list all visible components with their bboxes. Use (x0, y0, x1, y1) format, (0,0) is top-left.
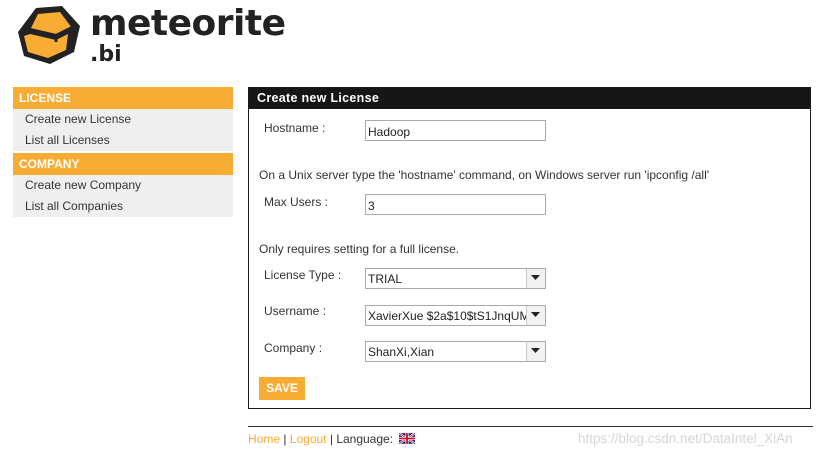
sidebar-item-list-companies[interactable]: List all Companies (13, 196, 233, 217)
panel-title: Create new License (249, 88, 810, 109)
hostname-hint: On a Unix server type the 'hostname' com… (259, 168, 710, 182)
sidebar-item-list-licenses[interactable]: List all Licenses (13, 130, 233, 151)
company-label: Company : (264, 341, 323, 355)
save-button[interactable]: SAVE (259, 377, 305, 400)
company-dropdown-button[interactable] (526, 342, 545, 361)
footer-separator: | (280, 432, 290, 446)
watermark-text: https://blog.csdn.net/DataIntel_XiAn (578, 431, 793, 446)
meteorite-logo-icon (18, 6, 80, 64)
sidebar: LICENSE Create new License List all Lice… (13, 87, 233, 217)
logo-wordmark: meteorite (90, 3, 286, 44)
sidebar-section-company: COMPANY (13, 153, 233, 175)
username-select[interactable]: XavierXue $2a$10$tS1JnqUM (365, 305, 546, 326)
username-value: XavierXue $2a$10$tS1JnqUM (368, 309, 526, 323)
license-type-select[interactable]: TRIAL (365, 268, 546, 289)
meteorite-logo: meteorite .bi (16, 4, 286, 68)
chevron-down-icon (531, 348, 540, 353)
username-dropdown-button[interactable] (526, 306, 545, 325)
create-license-panel: Create new License Hostname : On a Unix … (248, 87, 811, 409)
company-select[interactable]: ShanXi,Xian (365, 341, 546, 362)
footer: Home | Logout | Language: (248, 432, 416, 446)
chevron-down-icon (531, 312, 540, 317)
footer-separator: | (326, 432, 337, 446)
sidebar-item-create-license[interactable]: Create new License (13, 109, 233, 130)
max-users-label: Max Users : (264, 195, 329, 209)
home-link[interactable]: Home (248, 432, 280, 446)
language-label: Language: (336, 432, 394, 446)
license-type-label: License Type : (264, 268, 342, 282)
sidebar-section-license: LICENSE (13, 87, 233, 109)
uk-flag-icon[interactable] (399, 433, 416, 444)
footer-divider (248, 426, 813, 427)
sidebar-item-create-company[interactable]: Create new Company (13, 175, 233, 196)
license-type-value: TRIAL (368, 272, 403, 286)
license-type-dropdown-button[interactable] (526, 269, 545, 288)
chevron-down-icon (531, 275, 540, 280)
username-label: Username : (264, 304, 327, 318)
hostname-label: Hostname : (264, 121, 326, 135)
logout-link[interactable]: Logout (290, 432, 327, 446)
company-value: ShanXi,Xian (368, 345, 435, 359)
max-users-input[interactable] (365, 194, 546, 215)
hostname-input[interactable] (365, 120, 546, 141)
max-users-hint: Only requires setting for a full license… (259, 242, 460, 256)
logo-suffix: .bi (90, 42, 122, 67)
